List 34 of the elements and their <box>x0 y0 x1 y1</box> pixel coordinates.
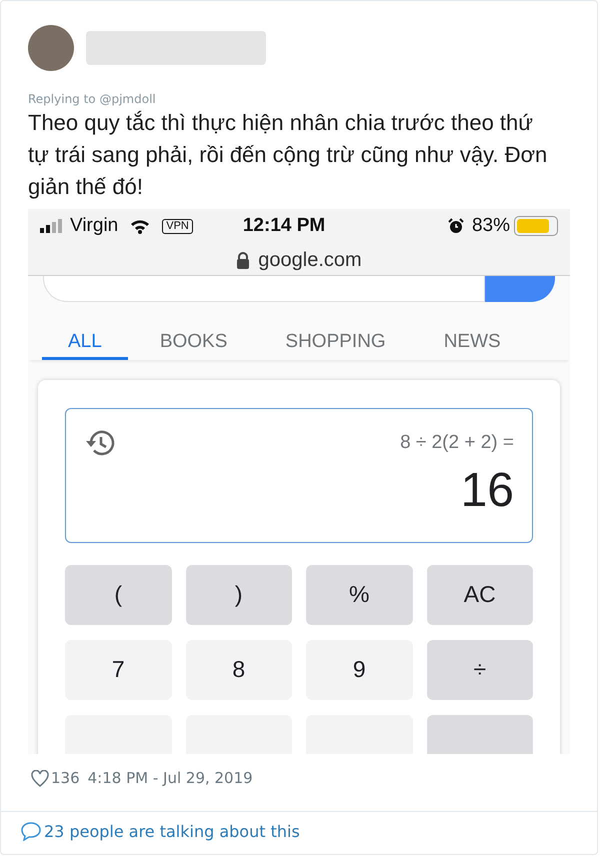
category-tab[interactable]: NEWS <box>418 325 527 360</box>
lock-icon <box>236 252 250 268</box>
calculator-key[interactable]: ÷ <box>426 640 533 700</box>
calculator-result: 16 <box>460 463 514 519</box>
category-tab[interactable]: BOOKS <box>134 325 254 360</box>
battery-percent: 83% <box>472 214 510 238</box>
speech-bubble-icon <box>21 822 41 841</box>
category-tab[interactable]: ALL <box>42 325 128 360</box>
calculator-key[interactable]: 9 <box>306 640 412 700</box>
heart-icon[interactable] <box>31 770 49 786</box>
reply-context: Replying to @pjmdoll <box>28 91 157 107</box>
calculator-key[interactable]: 7 <box>65 640 172 700</box>
calculator-key[interactable]: 8 <box>186 640 292 700</box>
alarm-clock-icon <box>448 218 464 234</box>
search-button[interactable] <box>485 276 555 302</box>
tweet-text: Theo quy tắc thì thực hiện nhân chia trước theo thứ tự trái sang phải, rồi đến cộng trừ cũng như vậy. Đơn giản thế đó! <box>28 109 548 201</box>
calculator-key[interactable]: ( <box>65 564 172 624</box>
calculator-key[interactable]: ) <box>186 564 292 624</box>
tweet-timestamp[interactable]: 4:18 PM - Jul 29, 2019 <box>88 766 253 790</box>
calculator-key[interactable]: AC <box>426 564 533 624</box>
conversation-link[interactable]: 23 people are talking about this <box>44 820 300 844</box>
carrier-name: Virgin <box>70 214 118 238</box>
battery-icon <box>514 216 558 236</box>
like-count: 136 <box>51 768 80 789</box>
vpn-badge: VPN <box>162 218 193 234</box>
calculator-expression: 8 ÷ 2(2 + 2) = <box>400 430 514 454</box>
history-icon <box>84 428 116 457</box>
category-tab[interactable]: SHOPPING <box>259 325 412 360</box>
calculator-key[interactable]: % <box>306 564 412 624</box>
search-field[interactable] <box>43 276 485 302</box>
clock-time: 12:14 PM <box>242 214 326 238</box>
avatar <box>28 25 74 71</box>
url-text: google.com <box>258 248 362 273</box>
wifi-icon <box>130 218 150 234</box>
